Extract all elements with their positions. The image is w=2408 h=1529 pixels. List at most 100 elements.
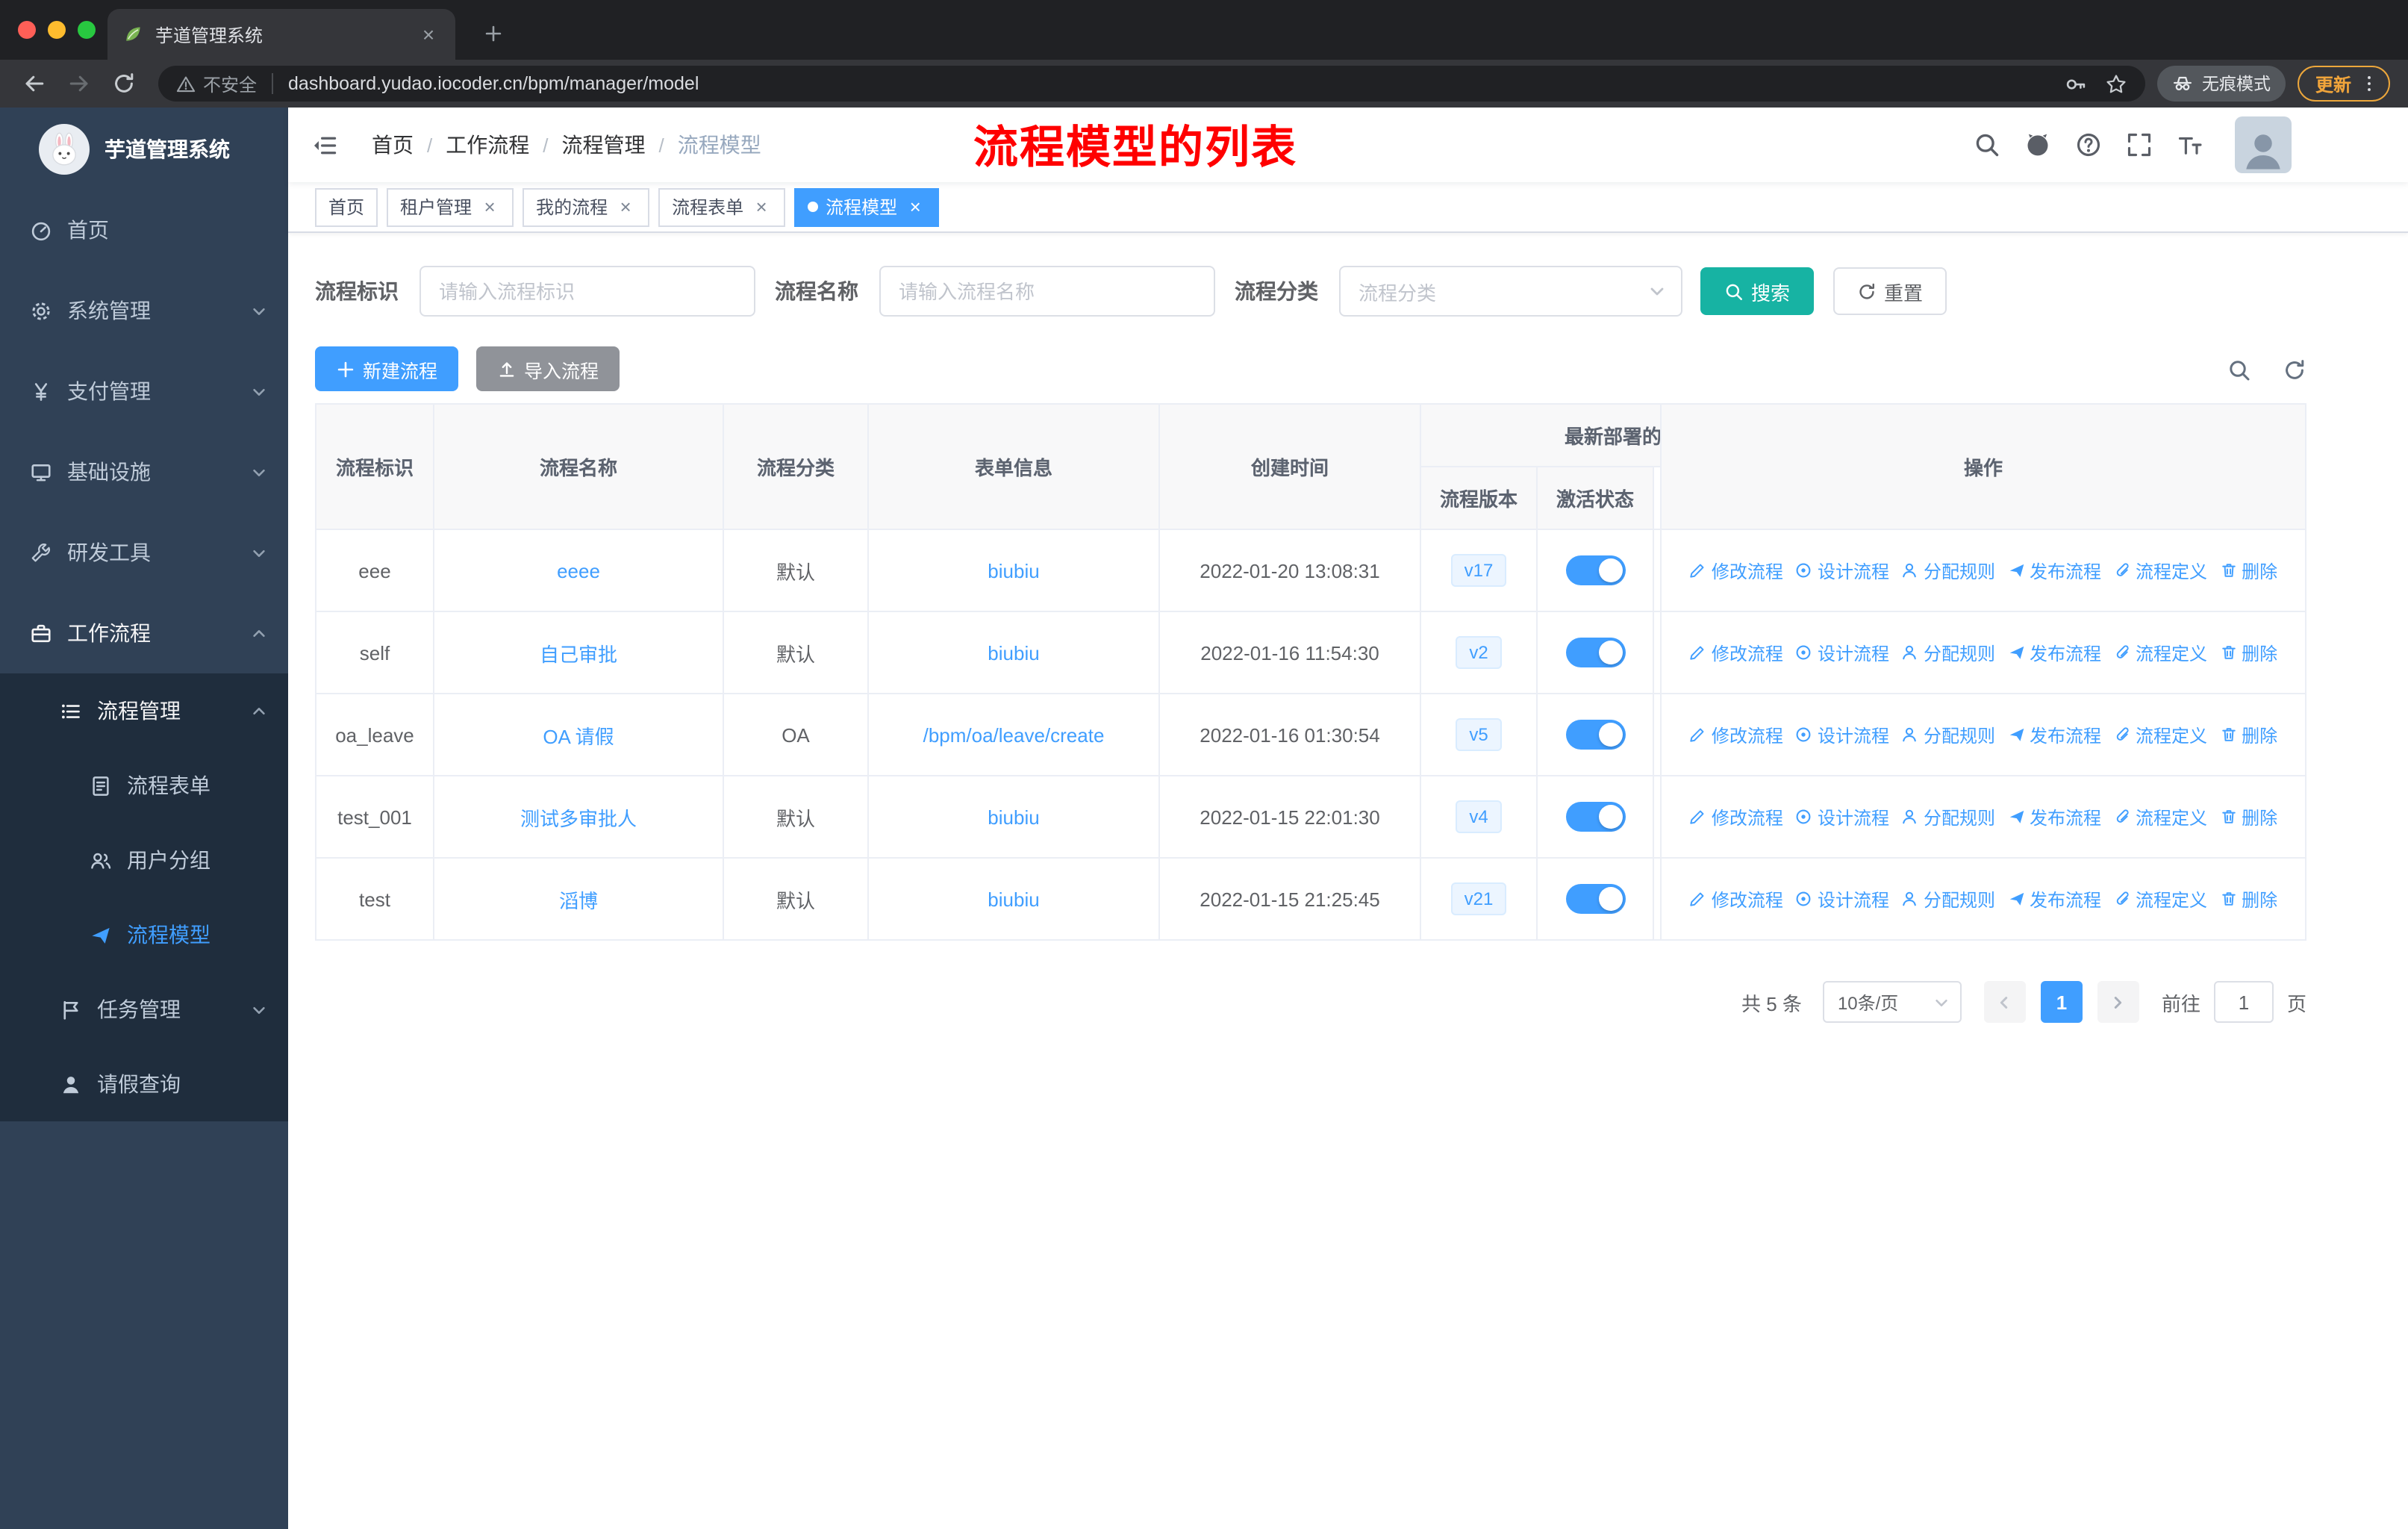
tag-process-model[interactable]: 流程模型 ×	[794, 187, 940, 226]
sidebar-item-dev-tools[interactable]: 研发工具	[0, 512, 288, 593]
user-avatar[interactable]	[2235, 116, 2292, 173]
design-process-link[interactable]: 设计流程	[1795, 886, 1889, 912]
active-status-toggle[interactable]	[1565, 802, 1625, 832]
page-size-select[interactable]: 10条/页	[1822, 981, 1962, 1023]
sidebar-item-workflow[interactable]: 工作流程	[0, 593, 288, 673]
process-definition-link[interactable]: 流程定义	[2113, 558, 2207, 583]
tag-close-icon[interactable]: ×	[905, 196, 926, 217]
process-name-link[interactable]: 滔博	[559, 889, 598, 912]
process-name-input[interactable]	[879, 266, 1215, 317]
process-definition-link[interactable]: 流程定义	[2113, 722, 2207, 747]
window-zoom-button[interactable]	[78, 21, 96, 39]
process-key-input[interactable]	[419, 266, 755, 317]
form-info-link[interactable]: /bpm/oa/leave/create	[923, 723, 1105, 746]
sidebar-item-infrastructure[interactable]: 基础设施	[0, 432, 288, 512]
browser-menu-icon[interactable]	[2359, 73, 2380, 94]
help-icon[interactable]	[2074, 131, 2102, 159]
tag-close-icon[interactable]: ×	[751, 196, 772, 217]
category-select[interactable]: 流程分类	[1339, 266, 1682, 317]
assign-rule-link[interactable]: 分配规则	[1901, 722, 1995, 747]
modify-process-link[interactable]: 修改流程	[1689, 886, 1783, 912]
design-process-link[interactable]: 设计流程	[1795, 722, 1889, 747]
publish-process-link[interactable]: 发布流程	[2007, 640, 2101, 665]
form-info-link[interactable]: biubiu	[988, 641, 1039, 664]
publish-process-link[interactable]: 发布流程	[2007, 722, 2101, 747]
delete-process-link[interactable]: 删除	[2219, 558, 2277, 583]
process-name-link[interactable]: eeee	[557, 559, 600, 582]
modify-process-link[interactable]: 修改流程	[1689, 640, 1783, 665]
delete-process-link[interactable]: 删除	[2219, 722, 2277, 747]
breadcrumb-home[interactable]: 首页	[372, 130, 414, 160]
bookmark-star-icon[interactable]	[2105, 72, 2127, 95]
sidebar-item-process-form[interactable]: 流程表单	[0, 748, 288, 823]
delete-process-link[interactable]: 删除	[2219, 886, 2277, 912]
security-warning-icon[interactable]	[176, 74, 196, 93]
sidebar-item-system-management[interactable]: 系统管理	[0, 270, 288, 351]
sidebar-toggle-button[interactable]	[300, 121, 348, 169]
sidebar-item-user-group[interactable]: 用户分组	[0, 823, 288, 897]
tab-close-button[interactable]: ×	[417, 22, 440, 46]
sidebar-item-process-management[interactable]: 流程管理	[0, 673, 288, 748]
process-name-link[interactable]: 测试多审批人	[520, 807, 637, 829]
create-process-button[interactable]: 新建流程	[315, 346, 459, 391]
delete-process-link[interactable]: 删除	[2219, 804, 2277, 829]
design-process-link[interactable]: 设计流程	[1795, 804, 1889, 829]
tag-home[interactable]: 首页	[315, 187, 378, 226]
active-status-toggle[interactable]	[1565, 555, 1625, 585]
address-bar[interactable]: 不安全 dashboard.yudao.iocoder.cn/bpm/manag…	[158, 66, 2145, 102]
modify-process-link[interactable]: 修改流程	[1689, 558, 1783, 583]
modify-process-link[interactable]: 修改流程	[1689, 804, 1783, 829]
delete-process-link[interactable]: 删除	[2219, 640, 2277, 665]
process-definition-link[interactable]: 流程定义	[2113, 804, 2207, 829]
modify-process-link[interactable]: 修改流程	[1689, 722, 1783, 747]
tag-close-icon[interactable]: ×	[615, 196, 636, 217]
assign-rule-link[interactable]: 分配规则	[1901, 640, 1995, 665]
process-name-link[interactable]: OA 请假	[543, 725, 614, 747]
active-status-toggle[interactable]	[1565, 638, 1625, 667]
tag-process-form[interactable]: 流程表单 ×	[658, 187, 786, 226]
reset-button[interactable]: 重置	[1833, 267, 1947, 315]
forward-button[interactable]	[57, 63, 102, 105]
tag-close-icon[interactable]: ×	[479, 196, 500, 217]
font-size-icon[interactable]	[2175, 131, 2203, 159]
window-close-button[interactable]	[18, 21, 36, 39]
process-name-link[interactable]: 自己审批	[540, 643, 617, 665]
toggle-search-icon[interactable]	[2227, 357, 2251, 381]
browser-update-chip[interactable]: 更新	[2297, 66, 2390, 102]
active-status-toggle[interactable]	[1565, 884, 1625, 914]
breadcrumb-process-management[interactable]: 流程管理	[562, 130, 646, 160]
assign-rule-link[interactable]: 分配规则	[1901, 804, 1995, 829]
assign-rule-link[interactable]: 分配规则	[1901, 558, 1995, 583]
new-tab-button[interactable]	[473, 13, 512, 52]
next-page-button[interactable]	[2097, 981, 2139, 1023]
form-info-link[interactable]: biubiu	[988, 888, 1039, 910]
breadcrumb-workflow[interactable]: 工作流程	[446, 130, 529, 160]
page-number-button[interactable]: 1	[2040, 981, 2083, 1023]
tag-tenant-management[interactable]: 租户管理 ×	[387, 187, 514, 226]
tag-my-process[interactable]: 我的流程 ×	[523, 187, 650, 226]
publish-process-link[interactable]: 发布流程	[2007, 886, 2101, 912]
sidebar-item-process-model[interactable]: 流程模型	[0, 897, 288, 972]
process-definition-link[interactable]: 流程定义	[2113, 640, 2207, 665]
back-button[interactable]	[12, 63, 57, 105]
password-key-icon[interactable]	[2065, 72, 2087, 95]
sidebar-item-task-management[interactable]: 任务管理	[0, 972, 288, 1047]
search-icon[interactable]	[1972, 131, 2000, 159]
reload-button[interactable]	[102, 63, 146, 105]
sidebar-item-leave-query[interactable]: 请假查询	[0, 1047, 288, 1121]
publish-process-link[interactable]: 发布流程	[2007, 804, 2101, 829]
goto-page-input[interactable]	[2213, 981, 2274, 1023]
window-minimize-button[interactable]	[48, 21, 66, 39]
sidebar-item-home[interactable]: 首页	[0, 190, 288, 270]
active-status-toggle[interactable]	[1565, 720, 1625, 750]
fullscreen-icon[interactable]	[2124, 131, 2153, 159]
prev-page-button[interactable]	[1983, 981, 2026, 1023]
form-info-link[interactable]: biubiu	[988, 559, 1039, 582]
process-definition-link[interactable]: 流程定义	[2113, 886, 2207, 912]
browser-tab[interactable]: 芋道管理系统 ×	[107, 9, 455, 60]
design-process-link[interactable]: 设计流程	[1795, 558, 1889, 583]
sidebar-item-payment-management[interactable]: 支付管理	[0, 351, 288, 432]
import-process-button[interactable]: 导入流程	[476, 346, 620, 391]
search-button[interactable]: 搜索	[1700, 267, 1815, 315]
design-process-link[interactable]: 设计流程	[1795, 640, 1889, 665]
